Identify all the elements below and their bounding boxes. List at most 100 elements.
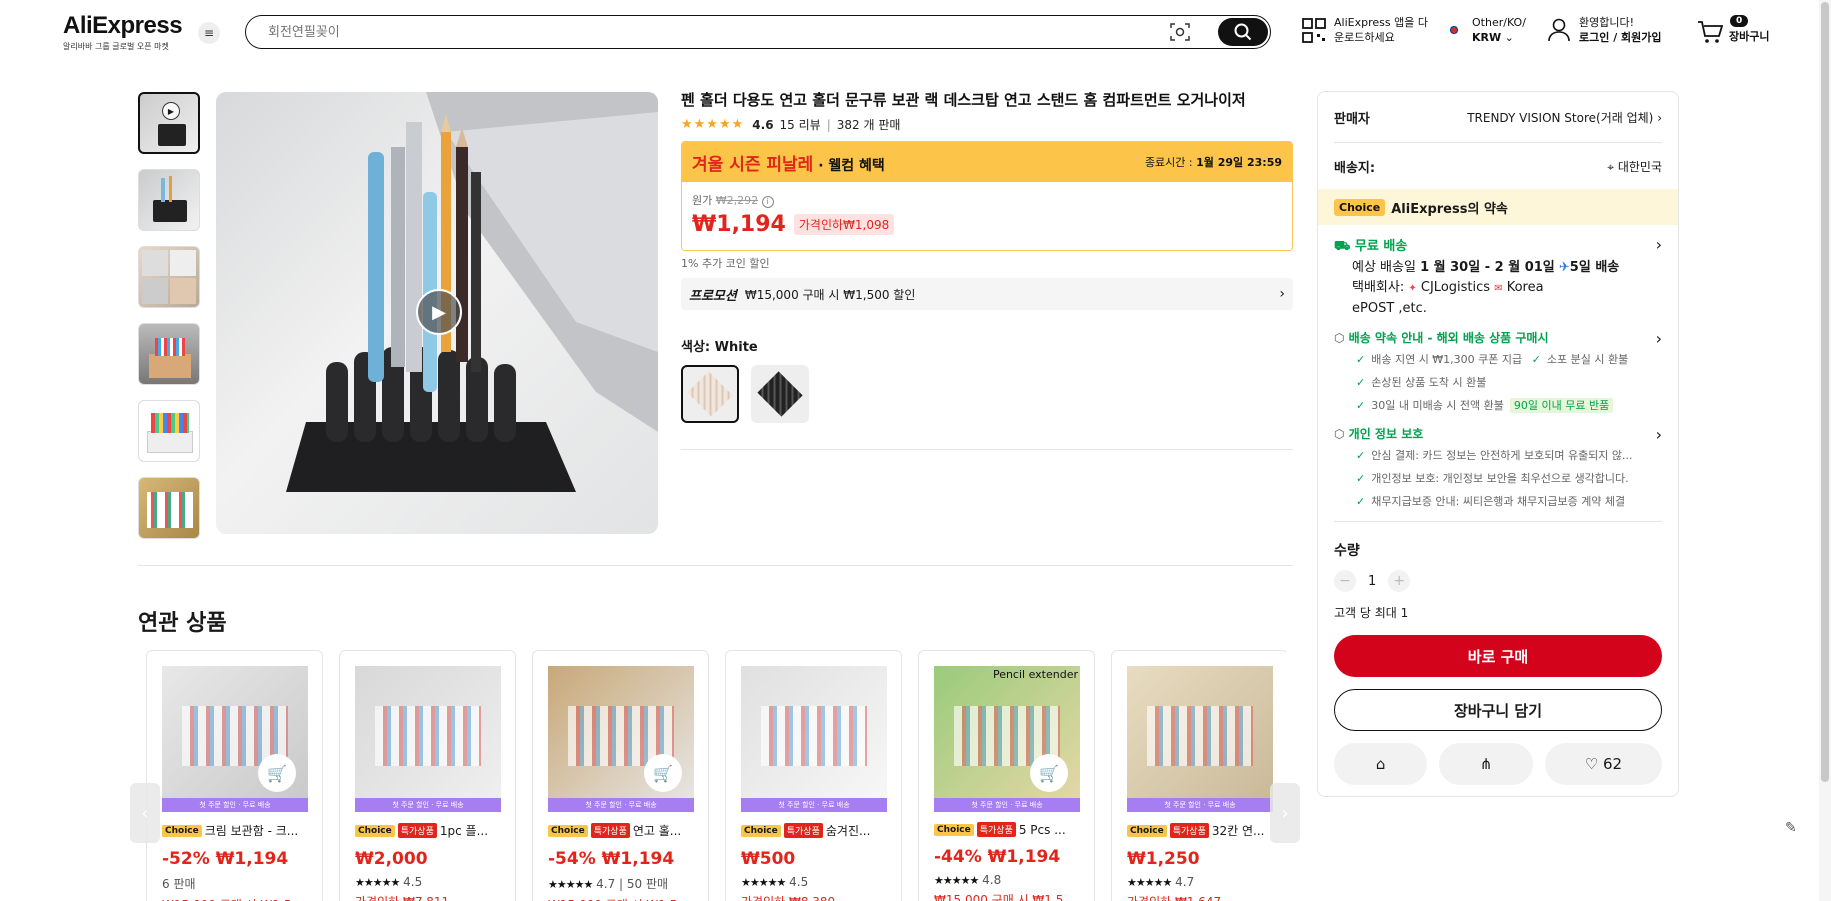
delivery-promise-title: 배송 약속 안내 - 해외 배송 상품 구매시 (1348, 331, 1549, 345)
edit-icon[interactable]: ✎ (1785, 820, 1797, 836)
delivery-item-2: 소포 분실 시 환불 (1546, 353, 1629, 366)
first-order-ribbon: 첫 주문 할인 · 무료 배송 (1127, 798, 1273, 812)
login-signup-link[interactable]: 로그인 / 회원가입 (1579, 30, 1662, 45)
thumbnail-2[interactable] (138, 169, 200, 231)
chevron-right-icon: › (1655, 235, 1662, 254)
shield-icon: ⬡ (1334, 331, 1345, 345)
privacy-item-1: 안심 결제: 카드 정보는 안전하게 보호되며 유출되지 않... (1371, 449, 1633, 462)
plane-icon: ✈ (1558, 260, 1570, 275)
shipping-section[interactable]: ⛟ 무료 배송 › 예상 배송일 1 월 30일 - 2 월 01일 ✈5일 배… (1318, 225, 1678, 319)
deal-subtitle: · 웰컴 혜택 (813, 157, 885, 174)
action-buttons: ⌂ ⋔ ♡ 62 (1334, 743, 1663, 785)
swatch-black[interactable] (751, 365, 809, 423)
carousel-next-button[interactable]: › (1270, 783, 1300, 843)
user-icon (1548, 18, 1570, 42)
product-card[interactable]: 🛒 첫 주문 할인 · 무료 배송 Choice 크림 보관함 - 크... -… (146, 650, 323, 901)
seller-row[interactable]: 판매자 TRENDY VISION Store(거래 업체) › (1318, 92, 1678, 142)
product-card-name: Choice 특가상품 연고 홀... (548, 822, 693, 839)
app-download[interactable]: AliExpress 앱을 다 운로드하세요 (1302, 15, 1428, 45)
courier-label: 택배회사: (1352, 280, 1409, 295)
app-download-line2: 운로드하세요 (1334, 31, 1395, 44)
thumbnail-5[interactable] (138, 400, 200, 462)
seller-name: TRENDY VISION Store(거래 업체) (1467, 110, 1654, 125)
product-card[interactable]: 첫 주문 할인 · 무료 배송 Choice 특가상품 숨겨진... ₩500 … (725, 650, 902, 901)
region-line1: Other/KO/ (1472, 16, 1526, 29)
wishlist-button[interactable]: ♡ 62 (1544, 743, 1663, 785)
product-card-meta-text: 4.7 | 50 판매 (596, 877, 669, 891)
video-play-button[interactable]: ▶ (416, 289, 462, 335)
product-card-image[interactable]: Pencil extender 🛒 첫 주문 할인 · 무료 배송 (934, 666, 1080, 812)
product-card[interactable]: 🛒 첫 주문 할인 · 무료 배송 Choice 특가상품 연고 홀... -5… (532, 650, 709, 901)
thumbnail-3[interactable] (138, 246, 200, 308)
scrollbar-thumb[interactable] (1821, 2, 1829, 782)
courier-cj: CJLogistics (1420, 280, 1491, 295)
product-main-image[interactable]: ▶ (216, 92, 658, 534)
thumbnail-list: ▶ (138, 92, 200, 554)
deal-end-label: 종료시간 : (1144, 156, 1197, 169)
menu-icon[interactable]: ≡ (198, 22, 220, 44)
account-menu[interactable]: 환영합니다! 로그인 / 회원가입 (1548, 15, 1662, 45)
product-card-image[interactable]: 🛒 첫 주문 할인 · 무료 배송 (548, 666, 694, 812)
chevron-right-icon: › (1279, 286, 1285, 302)
product-card[interactable]: 첫 주문 할인 · 무료 배송 Choice 특가상품 32칸 연... ₩1,… (1111, 650, 1286, 901)
rating-value: 4.6 (752, 117, 774, 132)
cart-button[interactable]: 0 장바구니 (1697, 15, 1769, 44)
add-to-cart-button[interactable]: 장바구니 담기 (1334, 689, 1662, 731)
info-icon[interactable]: i (761, 196, 774, 208)
privacy-section[interactable]: ⬡ 개인 정보 보호 › ✓ 안심 결제: 카드 정보는 안전하게 보호되며 유출… (1318, 417, 1678, 513)
product-card-promo: ₩15,000 구매 시 ₩1,5 (548, 896, 693, 901)
store-icon: ⌂ (1375, 755, 1386, 773)
add-to-cart-icon[interactable]: 🛒 (258, 754, 296, 792)
product-card-name: Choice 특가상품 1pc 플... (355, 822, 500, 839)
decrease-button[interactable]: − (1334, 570, 1356, 592)
aliexpress-logo[interactable]: AliExpress 알리바바 그룹 글로벌 오픈 마켓 (63, 12, 183, 52)
ship-to-row[interactable]: 배송지: ⌖ 대한민국 (1318, 143, 1678, 189)
product-card-picture (761, 706, 867, 766)
privacy-item-3: 채무지급보증 안내: 씨티은행과 채무지급보증 계약 체결 (1371, 495, 1626, 508)
product-card-image[interactable]: 첫 주문 할인 · 무료 배송 (355, 666, 501, 812)
promotion-text: ₩15,000 구매 시 ₩1,500 할인 (744, 287, 916, 302)
choice-badge: Choice (1127, 824, 1167, 837)
first-order-ribbon: 첫 주문 할인 · 무료 배송 (162, 798, 308, 812)
product-card-image[interactable]: 첫 주문 할인 · 무료 배송 (1127, 666, 1273, 812)
product-card-name: Choice 특가상품 5 Pcs ... (934, 822, 1079, 837)
thumbnail-6[interactable] (138, 477, 200, 539)
thumbnail-video[interactable]: ▶ (138, 92, 200, 154)
product-card[interactable]: 첫 주문 할인 · 무료 배송 Choice 특가상품 1pc 플... ₩2,… (339, 650, 516, 901)
carousel-prev-button[interactable]: ‹ (130, 783, 160, 843)
search-button[interactable] (1218, 18, 1268, 46)
logo-text: AliExpress (63, 12, 183, 39)
delivery-promise-section[interactable]: ⬡ 배송 약속 안내 - 해외 배송 상품 구매시 › ✓ 배송 지연 시 ₩1,… (1318, 319, 1678, 417)
free-return-badge: 90일 이내 무료 반품 (1509, 398, 1614, 413)
chevron-right-icon: › (1281, 802, 1289, 824)
deal-badge: 특가상품 (397, 823, 437, 838)
product-card-image[interactable]: 첫 주문 할인 · 무료 배송 (741, 666, 887, 812)
privacy-title: 개인 정보 보호 (1348, 427, 1424, 441)
search-input[interactable] (268, 22, 1148, 42)
add-to-cart-icon[interactable]: 🛒 (644, 754, 682, 792)
product-card-promo: 가격인하 ₩8,380 (741, 893, 886, 901)
promotion-row[interactable]: 프로모션 ₩15,000 구매 시 ₩1,500 할인 › (681, 278, 1293, 310)
product-card-title: 5 Pcs ... (1018, 822, 1066, 837)
swatch-black-image (757, 371, 803, 417)
swatch-white[interactable] (681, 365, 739, 423)
review-count[interactable]: 15 리뷰 (780, 116, 821, 133)
scrollbar[interactable] (1819, 0, 1831, 901)
thumbnail-4[interactable] (138, 323, 200, 385)
check-icon: ✓ (1356, 399, 1366, 412)
welcome-text: 환영합니다! (1579, 16, 1635, 29)
product-card-promo: ₩15,000 구매 시 ₩1,5 (934, 893, 1064, 901)
deal-title: 겨울 시즌 피날레 (692, 154, 814, 175)
product-card-price: ₩2,000 (355, 849, 428, 869)
buy-now-button[interactable]: 바로 구매 (1334, 635, 1662, 677)
product-card-image[interactable]: 🛒 첫 주문 할인 · 무료 배송 (162, 666, 308, 812)
image-search-icon[interactable] (1170, 23, 1190, 41)
store-button[interactable]: ⌂ (1334, 743, 1428, 785)
add-to-cart-icon[interactable]: 🛒 (1030, 754, 1068, 792)
choice-badge: Choice (934, 823, 974, 836)
product-card[interactable]: Pencil extender 🛒 첫 주문 할인 · 무료 배송 Choice… (918, 650, 1095, 901)
increase-button[interactable]: + (1388, 570, 1411, 592)
share-button[interactable]: ⋔ (1439, 743, 1533, 785)
region-selector[interactable]: Other/KO/ KRW ⌄ (1447, 15, 1526, 45)
quantity-value[interactable]: 1 (1368, 574, 1376, 589)
